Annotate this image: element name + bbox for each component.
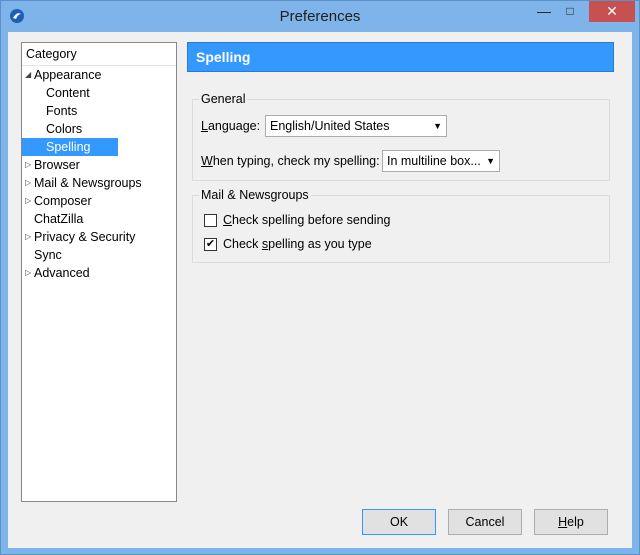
tree-item-browser[interactable]: ▷ Browser — [22, 156, 176, 174]
tree-item-chatzilla[interactable]: ChatZilla — [22, 210, 176, 228]
ok-button[interactable]: OK — [362, 509, 436, 535]
tree-item-composer[interactable]: ▷ Composer — [22, 192, 176, 210]
tree-item-label: Appearance — [34, 68, 102, 82]
tree-item-label: Browser — [34, 158, 80, 172]
check-as-you-type-checkbox[interactable]: ✔ — [204, 238, 217, 251]
check-before-sending-checkbox[interactable] — [204, 214, 217, 227]
check-as-you-type-row[interactable]: ✔ Check spelling as you type — [204, 237, 404, 253]
tree-item-label: Sync — [34, 248, 62, 262]
tree-item-spelling[interactable]: Spelling — [22, 138, 176, 156]
language-select-value: English/United States — [270, 119, 390, 133]
chevron-down-icon: ▼ — [433, 121, 442, 131]
tree-item-privacy-security[interactable]: ▷ Privacy & Security — [22, 228, 176, 246]
tree-item-label: Fonts — [46, 104, 78, 118]
typing-check-label: When typing, check my spelling: — [201, 154, 380, 168]
tree-item-appearance[interactable]: ◢ Appearance — [22, 66, 176, 84]
panel-title: Spelling — [196, 49, 251, 65]
tree-item-colors[interactable]: Colors — [22, 120, 176, 138]
tree-item-label: Advanced — [34, 266, 90, 280]
category-tree[interactable]: Category ◢ Appearance Content Fonts Colors Sp… — [21, 42, 177, 502]
tree-item-sync[interactable]: Sync — [22, 246, 176, 264]
tree-item-label: Composer — [34, 194, 92, 208]
check-before-sending-row[interactable]: Check spelling before sending — [204, 213, 404, 229]
tree-item-mail-newsgroups[interactable]: ▷ Mail & Newsgroups — [22, 174, 176, 192]
cancel-button[interactable]: Cancel — [448, 509, 522, 535]
dialog-client-area: Category ◢ Appearance Content Fonts Colors Sp… — [8, 32, 632, 548]
category-tree-items: ◢ Appearance Content Fonts Colors Spelling ▷ Br… — [22, 66, 176, 282]
tree-item-label: Colors — [46, 122, 83, 136]
tree-item-label: Spelling — [46, 140, 91, 154]
mail-newsgroups-legend: Mail & Newsgroups — [199, 188, 311, 202]
category-tree-header: Category — [22, 43, 176, 66]
typing-check-select-value: In multiline box... — [387, 154, 481, 168]
tree-item-fonts[interactable]: Fonts — [22, 102, 176, 120]
preferences-window: Preferences — □ ✕ Category ◢ Appearance Co… — [0, 0, 640, 555]
check-as-you-type-label: Check spelling as you type — [223, 237, 372, 251]
chevron-down-icon: ▼ — [486, 156, 495, 166]
general-legend: General — [199, 92, 248, 106]
maximize-icon[interactable]: □ — [557, 1, 583, 22]
tree-item-advanced[interactable]: ▷ Advanced — [22, 264, 176, 282]
check-before-sending-label: Check spelling before sending — [223, 213, 391, 227]
typing-check-select[interactable]: In multiline box... ▼ — [382, 150, 500, 172]
general-groupbox: General Language: English/United States … — [192, 92, 610, 181]
close-icon[interactable]: ✕ — [589, 1, 635, 22]
title-bar[interactable]: Preferences — □ ✕ — [1, 1, 639, 32]
tree-item-label: Mail & Newsgroups — [34, 176, 142, 190]
minimize-icon[interactable]: — — [531, 1, 557, 22]
panel-header: Spelling — [187, 42, 614, 72]
tree-item-label: ChatZilla — [34, 212, 84, 226]
language-select[interactable]: English/United States ▼ — [265, 115, 447, 137]
tree-item-label: Content — [46, 86, 90, 100]
tree-item-content[interactable]: Content — [22, 84, 176, 102]
tree-item-label: Privacy & Security — [34, 230, 136, 244]
help-button[interactable]: Help — [534, 509, 608, 535]
language-label: Language: — [201, 119, 261, 133]
mail-newsgroups-groupbox: Mail & Newsgroups Check spelling before … — [192, 188, 610, 263]
